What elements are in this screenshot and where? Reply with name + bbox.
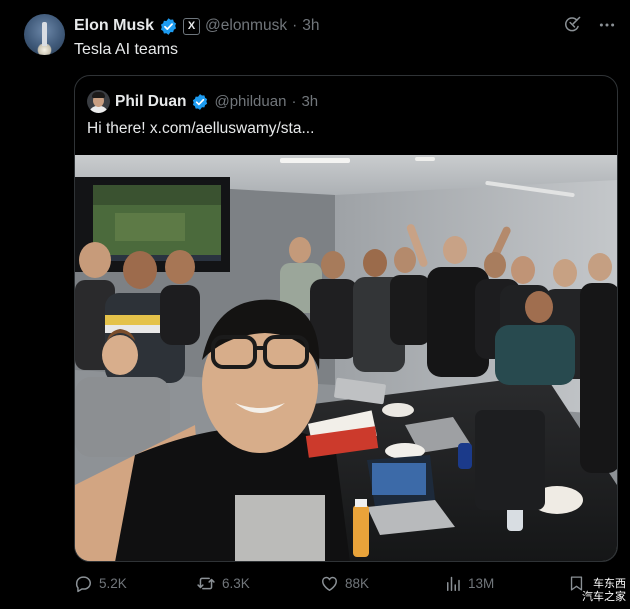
tweet-time[interactable]: 3h <box>302 17 319 35</box>
author-name[interactable]: Elon Musk <box>74 17 154 35</box>
tweet-actions: 5.2K 6.3K 88K 13M <box>0 574 630 598</box>
like-button[interactable]: 88K <box>320 574 369 593</box>
quoted-header: Phil Duan @philduan · 3h <box>87 90 318 113</box>
affiliate-x-badge-icon[interactable]: X <box>183 17 201 35</box>
view-count: 13M <box>468 576 495 591</box>
views-button[interactable]: 13M <box>444 574 494 593</box>
avatar-rocket <box>42 22 47 46</box>
quoted-author-handle[interactable]: @philduan <box>214 93 286 110</box>
grok-icon[interactable] <box>563 15 582 34</box>
quoted-photo[interactable] <box>75 155 617 561</box>
tweet[interactable]: Elon Musk X @elonmusk · 3h Tesla AI team… <box>0 0 630 609</box>
time-separator: · <box>292 17 298 34</box>
tweet-header: Elon Musk X @elonmusk · 3h <box>74 15 320 37</box>
quoted-time[interactable]: 3h <box>301 93 318 110</box>
reply-icon <box>75 576 91 593</box>
reply-button[interactable]: 5.2K <box>74 574 127 593</box>
quoted-tweet[interactable]: Phil Duan @philduan · 3h Hi there! x.com… <box>74 75 618 562</box>
watermark: 车东西 汽车之家 <box>582 577 626 603</box>
tweet-top-actions <box>563 15 616 34</box>
verified-icon <box>193 93 208 110</box>
quoted-avatar[interactable] <box>87 90 110 113</box>
like-count: 88K <box>345 576 370 591</box>
watermark-line1: 车东西 <box>593 577 626 590</box>
tweet-text: Tesla AI teams <box>74 41 179 58</box>
more-icon[interactable] <box>598 16 616 34</box>
quoted-time-separator: · <box>291 93 297 110</box>
reply-count: 5.2K <box>99 576 127 591</box>
repost-icon <box>197 577 215 590</box>
quoted-text: Hi there! x.com/aelluswamy/sta... <box>87 120 315 137</box>
like-icon <box>322 576 337 591</box>
author-handle[interactable]: @elonmusk <box>205 17 287 35</box>
quoted-avatar-shirt <box>89 106 108 113</box>
watermark-line2: 汽车之家 <box>582 590 626 603</box>
quoted-author-name[interactable]: Phil Duan <box>115 93 186 111</box>
views-icon <box>447 576 460 591</box>
quoted-avatar-hair <box>92 92 105 98</box>
repost-button[interactable]: 6.3K <box>196 574 250 593</box>
author-avatar[interactable] <box>24 14 65 55</box>
team-photo-illustration <box>75 155 617 561</box>
repost-count: 6.3K <box>222 576 250 591</box>
verified-icon <box>160 17 177 35</box>
